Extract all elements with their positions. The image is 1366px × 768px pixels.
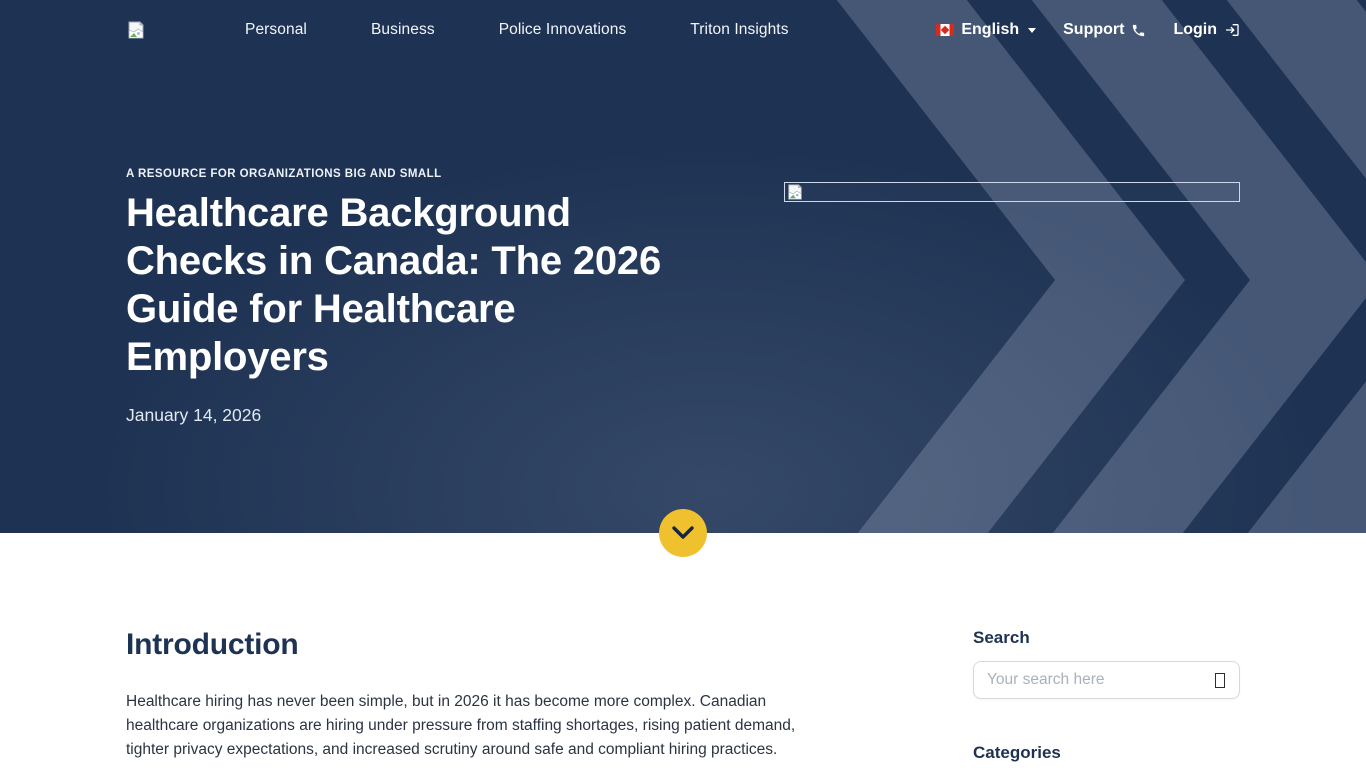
hero-image-placeholder [784, 182, 1240, 202]
language-label: English [961, 21, 1019, 39]
nav-item-personal[interactable]: Personal [245, 21, 307, 39]
utility-nav: English Support Login [936, 21, 1240, 39]
main-content: Introduction Healthcare hiring has never… [0, 533, 1366, 768]
hero-text-column: A RESOURCE FOR ORGANIZATIONS BIG AND SMA… [126, 168, 766, 426]
article-paragraph: Healthcare hiring has never been simple,… [126, 690, 826, 762]
search-heading: Search [973, 628, 1240, 648]
nav-item-business[interactable]: Business [371, 21, 435, 39]
login-label: Login [1173, 21, 1217, 39]
primary-nav: Personal Business Police Innovations Tri… [245, 21, 789, 39]
sidebar: Search Categories Select Category [973, 628, 1240, 768]
brand-logo[interactable] [126, 19, 150, 41]
support-label: Support [1063, 21, 1124, 39]
hero-content: A RESOURCE FOR ORGANIZATIONS BIG AND SMA… [0, 60, 1366, 426]
search-icon[interactable] [1215, 673, 1225, 688]
nav-item-police-innovations[interactable]: Police Innovations [499, 21, 627, 39]
scroll-down-button[interactable] [659, 509, 707, 557]
categories-heading: Categories [973, 743, 1240, 763]
post-date: January 14, 2026 [126, 405, 766, 426]
article-column: Introduction Healthcare hiring has never… [126, 628, 831, 768]
section-heading-introduction: Introduction [126, 628, 831, 662]
hero-media-column [784, 168, 1240, 426]
search-box [973, 661, 1240, 699]
nav-item-triton-insights[interactable]: Triton Insights [690, 21, 788, 39]
canada-flag-icon [936, 24, 954, 36]
top-navigation: Personal Business Police Innovations Tri… [0, 0, 1366, 60]
broken-image-icon [126, 20, 146, 40]
hero-section: Personal Business Police Innovations Tri… [0, 0, 1366, 533]
broken-image-icon [786, 183, 804, 201]
categories-block: Categories Select Category [973, 743, 1240, 768]
search-input[interactable] [987, 663, 1202, 697]
support-link[interactable]: Support [1063, 21, 1146, 39]
caret-down-icon [1028, 28, 1036, 33]
phone-icon [1131, 23, 1146, 38]
login-icon [1224, 22, 1240, 38]
page-title: Healthcare Background Checks in Canada: … [126, 189, 704, 381]
language-dropdown[interactable]: English [936, 21, 1036, 39]
hero-eyebrow: A RESOURCE FOR ORGANIZATIONS BIG AND SMA… [126, 168, 766, 180]
chevron-down-icon [672, 526, 694, 540]
login-link[interactable]: Login [1173, 21, 1240, 39]
